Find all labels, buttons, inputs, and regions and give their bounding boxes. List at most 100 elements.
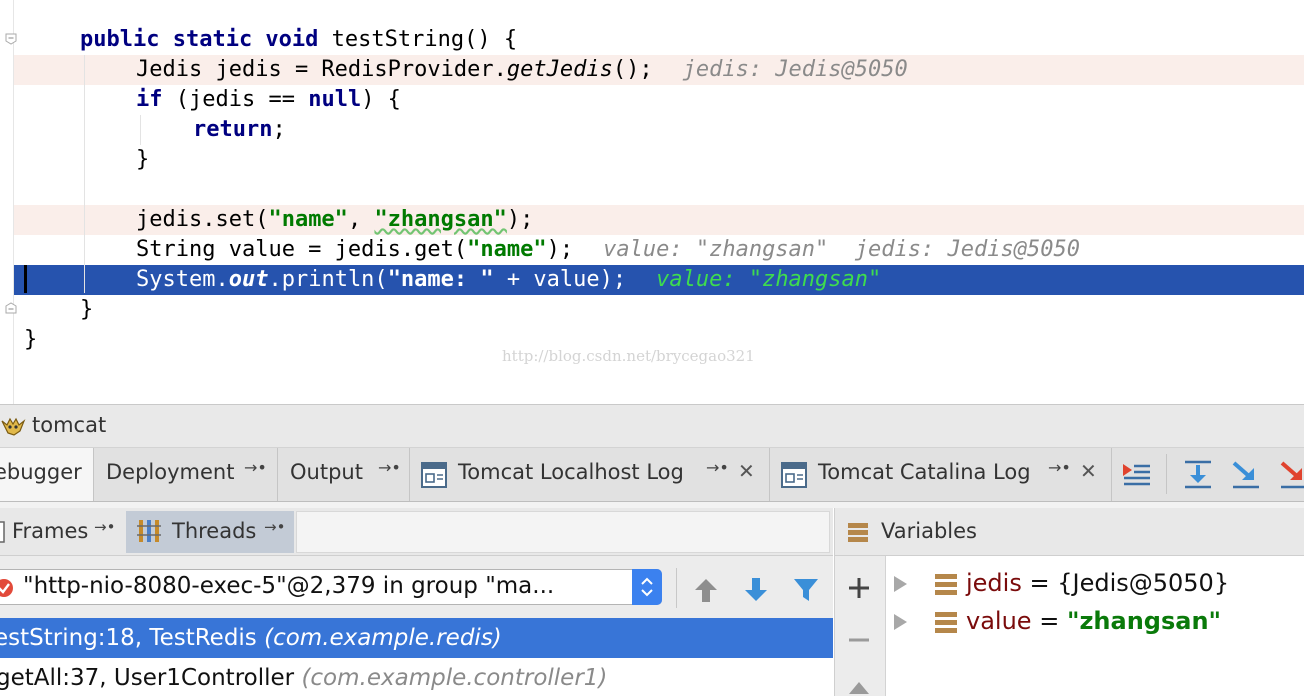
- code-token: ) {: [361, 87, 401, 112]
- variables-title: Variables: [881, 519, 977, 543]
- variable-equals: =: [1031, 607, 1067, 635]
- text-caret: [24, 265, 27, 293]
- tab-debugger[interactable]: ebugger: [0, 448, 94, 501]
- code-token: "zhangsan": [374, 207, 507, 232]
- code-text: return;: [193, 115, 286, 145]
- code-token: .println(: [268, 267, 388, 292]
- variable-node[interactable]: value = "zhangsan": [886, 602, 1304, 640]
- thread-selector[interactable]: "http-nio-8080-exec-5"@2,379 in group "m…: [0, 569, 662, 605]
- code-text: public static void testString() {: [80, 25, 517, 55]
- tab-tomcat-localhost-log[interactable]: Tomcat Localhost Log →• ✕: [410, 448, 770, 501]
- close-icon[interactable]: ✕: [738, 459, 755, 483]
- variable-text: value = "zhangsan": [966, 602, 1221, 640]
- filter-icon[interactable]: [792, 576, 820, 604]
- inline-debug-value: jedis: Jedis@5050: [682, 57, 908, 82]
- code-token: if: [136, 87, 163, 112]
- variables-header: Variables: [834, 508, 1304, 556]
- pin-icon[interactable]: →•: [244, 458, 267, 477]
- code-text: }: [24, 325, 37, 355]
- frame-package: (com.example.redis): [264, 625, 502, 651]
- code-token: "name: ": [387, 267, 494, 292]
- code-line[interactable]: }: [14, 295, 1304, 325]
- thread-selector-value: "http-nio-8080-exec-5"@2,379 in group "m…: [23, 573, 555, 599]
- breakpoint-line[interactable]: Jedis jedis = RedisProvider.getJedis(); j…: [14, 55, 1304, 85]
- code-token: );: [506, 207, 534, 232]
- code-text: }: [80, 295, 93, 325]
- step-into-icon[interactable]: [1230, 458, 1262, 490]
- expand-arrow-icon[interactable]: [894, 614, 907, 630]
- tab-threads[interactable]: Threads →•: [126, 511, 294, 553]
- code-line[interactable]: String value = jedis.get("name"); value: …: [14, 235, 1304, 265]
- tab-frames[interactable]: Frames →•: [0, 511, 124, 553]
- close-icon[interactable]: ✕: [1080, 459, 1097, 483]
- frame-package: (com.example.controller1): [301, 665, 608, 691]
- inline-debug-value: value: "zhangsan" jedis: Jedis@5050: [603, 237, 1080, 262]
- code-token: return: [193, 117, 273, 142]
- tab-label: Output: [290, 460, 363, 484]
- variables-toolbar: [834, 556, 886, 696]
- force-step-into-icon[interactable]: [1278, 458, 1304, 490]
- move-up-icon[interactable]: [847, 678, 871, 696]
- tab-tomcat-catalina-log[interactable]: Tomcat Catalina Log →• ✕: [770, 448, 1112, 501]
- code-line[interactable]: return;: [14, 115, 1304, 145]
- code-text: String value = jedis.get("name"); value: …: [136, 235, 1080, 265]
- breakpoint-line[interactable]: jedis.set("name", "zhangsan");: [14, 205, 1304, 235]
- code-token: String value = jedis.get(: [136, 237, 468, 262]
- thread-toolbar: "http-nio-8080-exec-5"@2,379 in group "m…: [0, 556, 833, 618]
- variable-node[interactable]: jedis = {Jedis@5050}: [886, 564, 1304, 602]
- code-line[interactable]: public static void testString() {: [14, 25, 1304, 55]
- log-icon: [421, 462, 447, 488]
- code-token: );: [546, 237, 574, 262]
- code-text: System.out.println("name: " + value); val…: [136, 265, 881, 295]
- code-token: out: [228, 267, 269, 292]
- field-icon: [935, 574, 957, 595]
- expand-arrow-icon[interactable]: [894, 576, 907, 592]
- remove-icon[interactable]: [847, 628, 871, 652]
- arrow-down-icon[interactable]: [742, 576, 770, 604]
- code-line[interactable]: }: [14, 145, 1304, 175]
- tab-deployment[interactable]: Deployment →•: [94, 448, 278, 501]
- add-icon[interactable]: [847, 576, 871, 600]
- tab-output[interactable]: Output →•: [278, 448, 410, 501]
- variables-icon: [848, 523, 868, 542]
- tab-label: Deployment: [106, 460, 235, 484]
- frame-item[interactable]: estString:18, TestRedis (com.example.red…: [0, 618, 833, 658]
- variable-value: {Jedis@5050}: [1057, 569, 1230, 597]
- variable-name: value: [966, 607, 1032, 635]
- code-token: getJedis: [506, 57, 613, 82]
- pin-icon[interactable]: →•: [264, 518, 285, 536]
- frame-method: estString:18, TestRedis: [0, 625, 257, 651]
- code-line[interactable]: [14, 175, 1304, 205]
- frames-header: Frames →• Threads →•: [0, 508, 833, 556]
- current-execution-line[interactable]: System.out.println("name: " + value); val…: [14, 265, 1304, 295]
- tool-window-title: tomcat: [32, 413, 107, 437]
- tab-label: Tomcat Catalina Log: [818, 460, 1031, 484]
- chevron-up-down-icon[interactable]: [632, 569, 662, 605]
- pin-icon[interactable]: →•: [706, 458, 729, 477]
- code-token: jedis.set(: [136, 207, 269, 232]
- log-icon: [781, 462, 807, 488]
- tab-label: ebugger: [0, 460, 82, 484]
- pin-icon[interactable]: →•: [378, 458, 401, 477]
- watermark: http://blog.csdn.net/brycegao321: [502, 347, 755, 365]
- code-text: }: [136, 145, 149, 175]
- tab-label: Tomcat Localhost Log: [458, 460, 684, 484]
- pin-icon[interactable]: →•: [94, 518, 115, 536]
- code-token: Jedis jedis = RedisProvider.: [136, 57, 507, 82]
- show-execution-point-icon[interactable]: [1120, 458, 1152, 490]
- editor-gutter[interactable]: [0, 0, 17, 404]
- frames-header-filler: [296, 511, 830, 553]
- code-text: Jedis jedis = RedisProvider.getJedis(); j…: [136, 55, 908, 85]
- toolbar-separator: [676, 568, 677, 608]
- step-over-icon[interactable]: [1182, 458, 1214, 490]
- code-text: if (jedis == null) {: [136, 85, 401, 115]
- frame-item[interactable]: getAll:37, User1Controller (com.example.…: [0, 658, 833, 698]
- code-editor[interactable]: public static void testString() {Jedis j…: [0, 0, 1304, 404]
- pin-icon[interactable]: →•: [1048, 458, 1071, 477]
- debug-tab-bar: ebugger Deployment →• Output →• Tomcat L…: [0, 448, 1304, 502]
- code-token: ;: [272, 117, 286, 142]
- arrow-up-icon[interactable]: [692, 576, 720, 604]
- code-token: }: [24, 327, 38, 352]
- variable-equals: =: [1021, 569, 1058, 597]
- code-line[interactable]: if (jedis == null) {: [14, 85, 1304, 115]
